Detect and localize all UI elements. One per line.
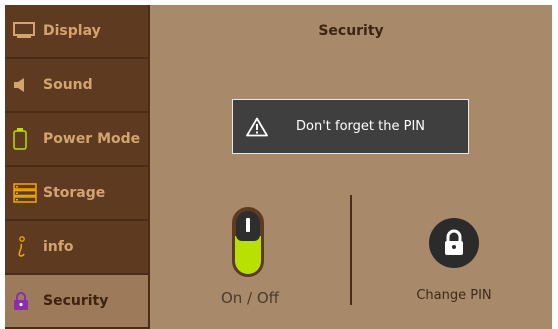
divider xyxy=(350,195,352,305)
sidebar-item-label: info xyxy=(43,239,74,255)
pin-reminder-toast: Don't forget the PIN xyxy=(232,99,469,154)
sidebar-item-storage[interactable]: Storage xyxy=(5,167,148,219)
toggle-fill xyxy=(235,235,261,274)
sidebar-item-sound[interactable]: Sound xyxy=(5,59,148,111)
page-title: Security xyxy=(318,23,384,39)
toggle-label: On / Off xyxy=(220,289,280,307)
sidebar-item-label: Sound xyxy=(43,77,93,93)
sidebar-item-info[interactable]: info xyxy=(5,221,148,273)
sidebar-item-label: Display xyxy=(43,23,101,39)
lock-icon xyxy=(445,229,463,255)
sidebar-item-label: Security xyxy=(43,293,109,309)
main-panel: Security Don't forget the PIN On / Off C… xyxy=(150,5,552,329)
sidebar-item-power-mode[interactable]: Power Mode xyxy=(5,113,148,165)
sidebar-item-display[interactable]: Display xyxy=(5,5,148,57)
storage-icon xyxy=(13,182,37,204)
speaker-icon xyxy=(13,74,37,96)
sidebar-item-label: Power Mode xyxy=(43,131,141,147)
toast-message: Don't forget the PIN xyxy=(296,119,425,134)
monitor-icon xyxy=(13,20,37,42)
sidebar-item-label: Storage xyxy=(43,185,106,201)
toggle-knob[interactable] xyxy=(236,211,260,241)
security-toggle[interactable] xyxy=(232,207,264,277)
change-pin-button[interactable] xyxy=(429,218,479,268)
info-icon xyxy=(13,236,37,258)
battery-icon xyxy=(13,128,37,150)
change-pin-label: Change PIN xyxy=(416,288,492,303)
warning-icon xyxy=(246,117,268,136)
lock-icon xyxy=(13,290,37,312)
sidebar-item-security[interactable]: Security xyxy=(5,275,148,327)
